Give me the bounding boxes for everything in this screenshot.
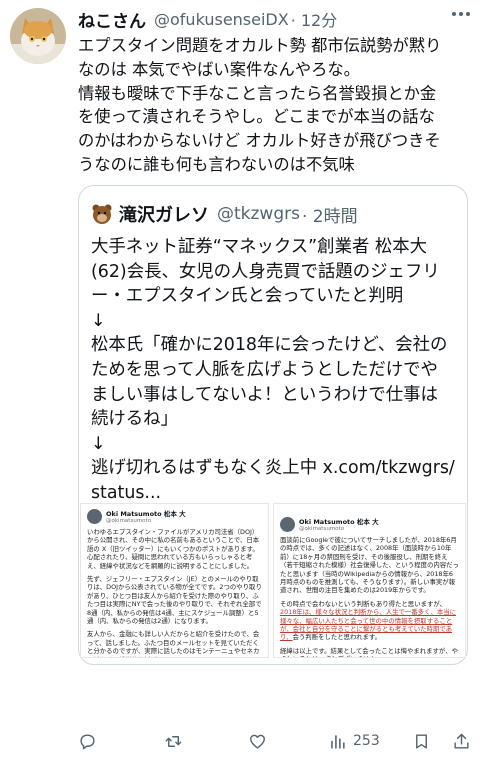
quoted-text-line: ー・エプスタイン氏と会っていたと判明 (91, 286, 404, 307)
quoted-text-line: (62)会長、女児の人身売買で話題のジェフリ (91, 261, 440, 282)
author-handle[interactable]: @ofukusenseiDX (154, 10, 289, 29)
quoted-text-line: 続けるね」 (91, 409, 178, 430)
views-button[interactable]: 253 (328, 728, 380, 754)
quoted-text-line: 逃げ切れるはずもなく炎上中 x.com/tkzwgrs/ (91, 458, 455, 479)
tweet-text: エプスタイン問題をオカルト勢 都市伝説勢が黙り なのは 本気でやばい案件なんやろ… (78, 34, 474, 177)
author-display-name[interactable]: ねこさん (78, 7, 146, 32)
heart-icon (250, 734, 265, 749)
avatar[interactable] (10, 8, 66, 64)
quoted-tweet-header: 滝沢ガレソ @tkzwgrs · 2時間 (91, 201, 358, 227)
screenshot-author-name: Oki Matsumoto 松本 大 (299, 518, 379, 526)
screenshot-avatar (280, 516, 295, 532)
quoted-author-name: 滝沢ガレソ (119, 205, 209, 226)
more-options-icon[interactable] (452, 12, 470, 18)
reply-icon (80, 733, 95, 749)
screenshot-text: いわゆるエプスタイン・ファイルがアメリカ司法省（DOJ）から公開され、その中に私… (81, 524, 268, 657)
tweet-text-line: なのは 本気でやばい案件なんやろな。 (78, 59, 360, 79)
screenshot-paragraph: 友人から、金融にも詳しい人だからと紹介を受けたので、会って、話しました。ふたつ目… (87, 630, 260, 657)
screenshot-text: 面談前にGoogleで彼についてサーチしましたが、2018年6月の時点では、多く… (274, 532, 465, 657)
quoted-tweet-time: · 2時間 (301, 206, 358, 227)
tweet-text-line: のかはわからないけど オカルト好きが飛びつきそ (78, 131, 441, 151)
screenshot-paragraph: 先ず、ジェフリー・エプスタイン（JE）とのメールのやり取りは、DOJから公表され… (87, 575, 262, 626)
quoted-text-line: ましい事はしてないよ！というわけで仕事は (91, 384, 438, 405)
tweet-action-bar: 253 (78, 728, 472, 754)
quoted-text-line: ためを思って人脈を広げようとしただけでや (91, 359, 438, 380)
screenshot-author-name: Oki Matsumoto 松本 大 (106, 510, 186, 518)
bookmark-button[interactable] (412, 728, 431, 754)
tweet-text-line: 情報も曖昧で下手なこと言ったら名誉毀損とか金 (78, 83, 437, 103)
repost-icon (165, 735, 182, 747)
like-button[interactable] (248, 728, 267, 754)
quoted-text-line: 大手ネット証券“マネックス”創業者 松本大 (91, 237, 428, 257)
screenshot-text-span: その時点で会わないという判断もあり得たと思いますが、 (280, 599, 447, 608)
screenshot-paragraph: いわゆるエプスタイン・ファイルがアメリカ司法省（DOJ）から公開され、その中に私… (87, 528, 260, 570)
quoted-text-line: ↓ (91, 433, 106, 454)
quoted-author-avatar (91, 203, 113, 225)
quoted-text-line: ↓ (91, 310, 106, 331)
tweet-time[interactable]: · 12分 (291, 7, 338, 31)
views-chart-icon (331, 734, 345, 749)
screenshot-paragraph: 面談前にGoogleで彼についてサーチしましたが、2018年6月の時点では、多く… (280, 536, 459, 595)
repost-button[interactable] (164, 728, 183, 754)
bookmark-icon (416, 733, 427, 749)
quoted-author-handle: @tkzwgrs (217, 204, 300, 224)
screenshot-image-2[interactable]: Oki Matsumoto 松本 大 @okimatsumoto 面談前にGoo… (273, 503, 466, 658)
share-button[interactable] (452, 728, 471, 754)
views-count: 253 (353, 733, 380, 749)
reply-button[interactable] (78, 728, 97, 754)
quoted-text-line: status... (91, 482, 162, 503)
screenshot-avatar (87, 508, 102, 524)
tweet-text-line: を使って潰されそうやし。どこまでが本当の話な (78, 107, 435, 127)
screenshot-author-handle: @okimatsumoto (299, 526, 345, 532)
tweet-text-line: うなのに誰も何も言わないのは不気味 (78, 154, 355, 174)
screenshot-image-1[interactable]: Oki Matsumoto 松本 大 @okimatsumoto いわゆるエプス… (80, 503, 269, 658)
share-icon (454, 733, 469, 749)
tweet-header: ねこさん @ofukusenseiDX · 12分 (78, 6, 337, 32)
tweet-text-line: エプスタイン問題をオカルト勢 都市伝説勢が黙り (78, 36, 442, 55)
quoted-tweet-text: 大手ネット証券“マネックス”創業者 松本大 (62)会長、女児の人身売買で話題の… (91, 235, 463, 506)
screenshot-text-span: 会う判断をしたと思われます。 (292, 633, 382, 642)
screenshot-author-handle: @okimatsumoto (106, 518, 152, 524)
quoted-text-line: 松本氏「確かに2018年に会ったけど、会社の (91, 335, 448, 356)
screenshot-paragraph: 経緯は以上です。結果として会ったことは悔やまれますが、やましいことは一点もござい… (280, 646, 458, 657)
